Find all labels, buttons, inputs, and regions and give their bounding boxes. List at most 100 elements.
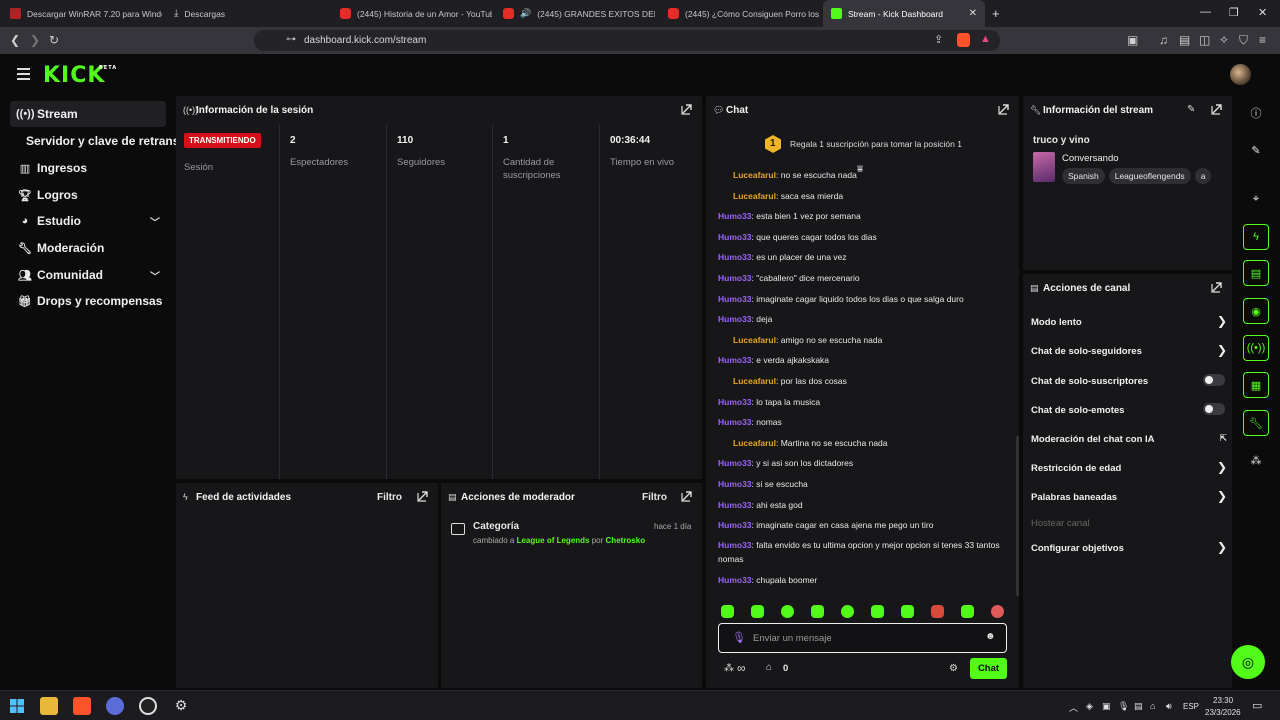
community-icon[interactable]: ⁂ [1243,447,1269,473]
browser-tab[interactable]: ⤓ Descargas [166,0,326,27]
tray-app-icon[interactable]: ◈ [1086,701,1093,712]
tray-app-icon[interactable]: ▣ [1102,701,1111,712]
media-icon[interactable]: ♫ [1159,33,1168,47]
tag-chip[interactable]: a [1194,168,1212,184]
filter-button[interactable]: Filtro [642,492,667,503]
notification-icon[interactable]: ▭ [1252,699,1262,712]
emoji-icon[interactable]: ☻ [985,631,996,642]
tray-chevron-icon[interactable]: ︿ [1069,701,1078,714]
chat-username[interactable]: Humo33 [718,314,752,324]
stream-category[interactable]: Conversando [1062,153,1119,164]
action-emotes-only[interactable]: Chat de solo-emotes [1031,403,1227,416]
browser-tab-active[interactable]: Stream - Kick Dashboard ✕ [823,0,985,27]
emote-icon[interactable] [751,605,764,618]
emote-icon[interactable] [961,605,974,618]
chat-username[interactable]: Luceafarul [733,438,776,448]
menu-icon[interactable]: ≡ [1259,33,1266,47]
chat-message[interactable]: Humo33: esta bien 1 vez por semana [718,205,1010,226]
tray-app-icon[interactable]: ▤ [1134,701,1143,712]
chat-username[interactable]: Humo33 [718,540,752,550]
minimize-icon[interactable]: — [1200,6,1211,18]
store-icon[interactable]: ⌂ [766,662,772,673]
users-icon[interactable]: ⁂ [724,663,734,674]
chat-message[interactable]: Humo33: y si asi son los dictadores [718,452,1010,473]
screenshot-icon[interactable]: ⌖ [1243,186,1269,212]
expand-icon[interactable] [681,103,693,115]
microphone-icon[interactable]: 🎙︎ [1118,701,1129,712]
expand-icon[interactable] [998,103,1010,115]
hamburger-menu-icon[interactable] [17,68,30,80]
new-tab-button[interactable]: + [992,6,1000,21]
wrench-icon[interactable]: 🔧︎ [1243,410,1269,436]
chat-message[interactable]: Luceafarul: por las dos cosas [718,370,1010,391]
emotes-only-toggle[interactable] [1203,403,1225,415]
reload-icon[interactable]: ↻ [49,33,59,47]
chat-message[interactable]: Luceafarul: saca esa mierda [718,185,1010,206]
action-banned-words[interactable]: Palabras baneadas ❯ [1031,489,1227,503]
language-indicator[interactable]: ESP [1183,702,1199,711]
action-host-channel[interactable]: Hostear canal [1031,518,1227,529]
tag-chip[interactable]: Spanish [1062,168,1105,184]
chat-username[interactable]: Humo33 [718,520,752,530]
settings-gear-icon[interactable]: ⚙ [172,697,190,715]
filter-button[interactable]: Filtro [377,492,402,503]
vpn-icon[interactable]: ⛉ [1239,33,1248,48]
back-icon[interactable]: ❮ [10,33,20,47]
expand-icon[interactable] [1211,103,1223,115]
action-followers-only[interactable]: Chat de solo-seguidores ❯ [1031,343,1227,357]
chat-username[interactable]: Humo33 [718,294,752,304]
emote-icon[interactable] [721,605,734,618]
chat-username[interactable]: Humo33 [718,575,752,585]
info-icon[interactable]: ⓘ [1243,100,1269,126]
user-avatar[interactable] [1230,64,1251,85]
chat-message[interactable]: Humo33: lo tapa la musica [718,391,1010,412]
browser-tab[interactable]: Descargar WinRAR 7.20 para Window [2,0,162,27]
mod-username[interactable]: Chetrosko [606,536,646,545]
forward-icon[interactable]: ❯ [30,33,40,47]
file-explorer-icon[interactable] [40,697,58,715]
chevron-down-icon[interactable]: ﹀ [150,268,160,283]
chat-username[interactable]: Humo33 [718,273,752,283]
action-goals[interactable]: Configurar objetivos ❯ [1031,540,1227,554]
brave-browser-icon[interactable] [73,697,91,715]
chat-message[interactable]: Luceafarul: Martina no se escucha nada [718,432,1010,453]
chat-username[interactable]: Humo33 [718,479,752,489]
clock-date[interactable]: 23/3/2026 [1205,708,1241,717]
chat-message[interactable]: Humo33: si se escucha [718,473,1010,494]
gift-leaderboard-text[interactable]: Regala 1 suscripción para tomar la posic… [790,139,962,149]
action-ai-moderation[interactable]: Moderación del chat con IA ⇱ [1031,433,1227,445]
share-icon[interactable]: ⇪ [934,33,943,46]
emote-icon[interactable] [931,605,944,618]
action-slow-mode[interactable]: Modo lento ❯ [1031,314,1227,328]
brave-shields-icon[interactable] [957,33,970,47]
expand-icon[interactable] [417,490,429,502]
chat-input[interactable]: 🎙︎ Enviar un mensaje ☻ [718,623,1007,653]
chat-username[interactable]: Humo33 [718,252,752,262]
chat-username[interactable]: Humo33 [718,500,752,510]
address-bar[interactable]: ⊶ dashboard.kick.com/stream ⇪ ▲ [254,30,1000,51]
network-icon[interactable]: ⌂ [1150,701,1155,711]
sidebar-item-stream[interactable]: ((•)) Stream [10,101,166,127]
lightning-icon[interactable]: ϟ [1243,224,1269,250]
chat-username[interactable]: Luceafarul [733,170,776,180]
sidebar-item-server-key[interactable]: Servidor y clave de retransm [26,128,176,154]
url-text[interactable]: dashboard.kick.com/stream [304,35,426,46]
send-chat-button[interactable]: Chat [970,658,1007,679]
close-tab-icon[interactable]: ✕ [969,8,977,19]
chat-username[interactable]: Luceafarul [733,376,776,386]
volume-icon[interactable]: 🔊︎ [1166,701,1172,712]
emote-icon[interactable] [781,605,794,618]
help-chat-icon[interactable]: ◎ [1231,645,1265,679]
sidebar-toggle-icon[interactable]: ▤ [1179,33,1190,47]
category-thumbnail[interactable] [1033,152,1055,182]
chat-username[interactable]: Humo33 [718,397,752,407]
sidebar-item-estudio[interactable]: ◕ Estudio ﹀ [10,208,166,234]
chat-message[interactable]: Luceafarul: no se escucha nada [718,164,1010,185]
chat-username[interactable]: Humo33 [718,232,752,242]
start-icon[interactable] [8,697,26,715]
chat-message[interactable]: Humo33: es un placer de una vez [718,246,1010,267]
microphone-icon[interactable]: 🎙︎ [732,631,746,644]
emote-icon[interactable] [841,605,854,618]
chat-message[interactable]: Humo33: nomas [718,411,1010,432]
edit-icon[interactable]: ✎ [1243,137,1269,163]
